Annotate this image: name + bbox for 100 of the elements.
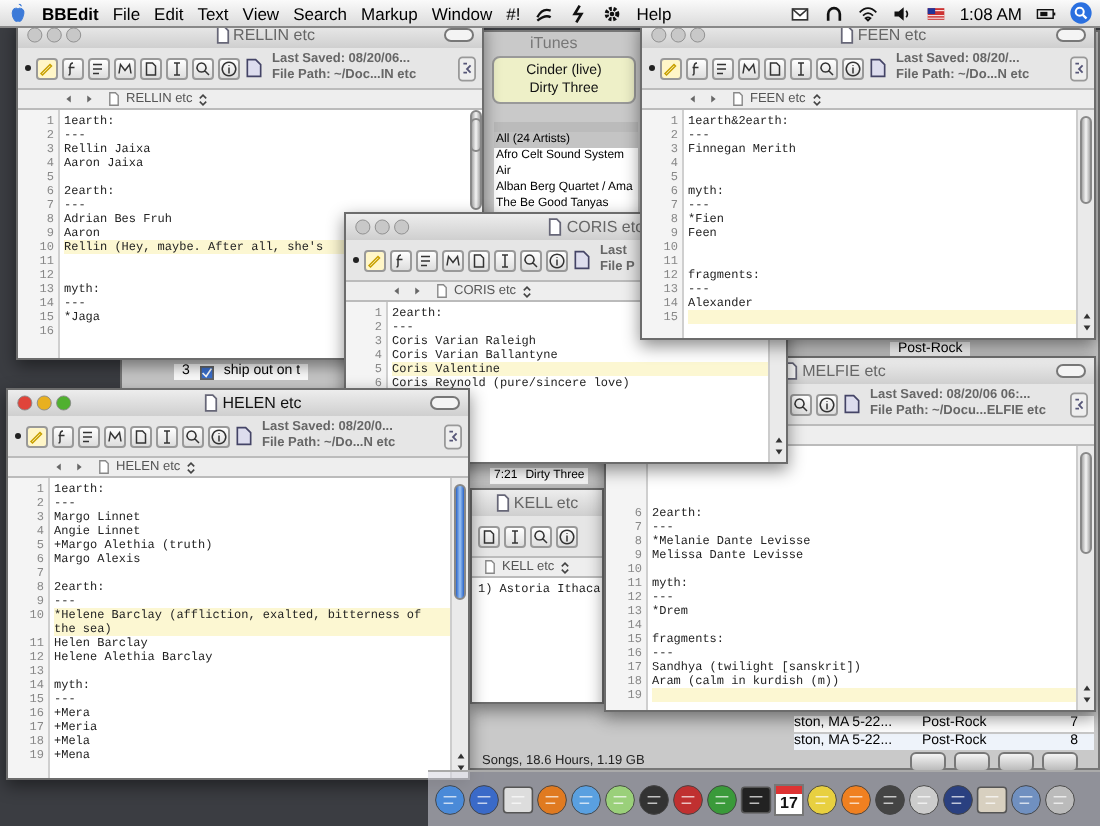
toolbar-toggle-button[interactable] (430, 396, 460, 410)
navigation-icon[interactable] (458, 55, 476, 81)
back-arrow-icon[interactable] (686, 92, 700, 106)
window-controls-icon[interactable] (650, 26, 710, 44)
forward-arrow-icon[interactable] (72, 460, 86, 474)
screen-button[interactable] (910, 752, 946, 772)
up-down-arrow-icon[interactable] (522, 283, 533, 299)
wifi-icon[interactable] (857, 3, 878, 23)
toolbar-toggle-button[interactable] (1056, 364, 1086, 378)
menu-item[interactable]: File (112, 3, 141, 23)
back-arrow-icon[interactable] (390, 284, 404, 298)
window-controls-icon[interactable] (26, 26, 86, 44)
envelope-icon[interactable] (789, 3, 810, 23)
toolbar-button[interactable] (816, 393, 838, 415)
menu-item[interactable]: Markup (361, 3, 418, 23)
speaker-icon[interactable] (891, 3, 912, 23)
scroll-thumb[interactable] (454, 484, 466, 600)
toolbar-button[interactable] (104, 425, 126, 447)
toolbar-button[interactable] (156, 425, 178, 447)
toolbar-button[interactable] (88, 57, 110, 79)
toolbar-button[interactable] (114, 57, 136, 79)
navigation-icon[interactable] (1070, 55, 1088, 81)
toolbar-button[interactable] (546, 249, 568, 271)
up-down-arrow-icon[interactable] (560, 559, 571, 575)
toolbar-button[interactable] (842, 57, 864, 79)
toolbar-button[interactable] (530, 525, 552, 547)
toolbar-button[interactable] (790, 393, 812, 415)
pencil-icon (662, 59, 680, 77)
flag-icon[interactable] (925, 3, 946, 23)
navigation-icon[interactable] (444, 423, 462, 449)
app-menu[interactable]: BBEdit (42, 3, 99, 23)
scroll-arrows-icon[interactable] (1079, 682, 1093, 706)
scroll-thumb[interactable] (1080, 452, 1092, 554)
forward-arrow-icon[interactable] (82, 92, 96, 106)
toolbar-button[interactable] (62, 57, 84, 79)
toolbar-button[interactable] (686, 57, 708, 79)
menu-item[interactable]: #! (506, 3, 521, 23)
toolbar-button[interactable] (78, 425, 100, 447)
info-icon (558, 527, 576, 545)
equalizer-button[interactable] (954, 752, 990, 772)
clock[interactable]: 1:08 AM (959, 3, 1022, 23)
scroll-arrows-icon[interactable] (771, 434, 785, 458)
menu-item[interactable]: Edit (154, 3, 184, 23)
toolbar-button[interactable] (712, 57, 734, 79)
toolbar-button[interactable] (416, 249, 438, 271)
scroll-arrows-icon[interactable] (453, 750, 467, 774)
document-icon (132, 427, 150, 445)
up-down-arrow-icon[interactable] (811, 91, 822, 107)
forward-arrow-icon[interactable] (706, 92, 720, 106)
toolbar-button[interactable] (556, 525, 578, 547)
toolbar-button[interactable] (738, 57, 760, 79)
toolbar-button[interactable] (192, 57, 214, 79)
magnifier-icon (522, 251, 540, 269)
toolbar-button[interactable] (468, 249, 490, 271)
toolbar-button[interactable] (140, 57, 162, 79)
apple-icon[interactable] (8, 2, 28, 24)
scroll-thumb[interactable] (470, 118, 482, 153)
menu-item[interactable]: Text (197, 3, 229, 23)
back-arrow-icon[interactable] (62, 92, 76, 106)
toolbar-button[interactable] (504, 525, 526, 547)
menu-item[interactable]: Window (431, 3, 493, 23)
scroll-thumb[interactable] (1080, 116, 1092, 204)
toolbar-button[interactable] (494, 249, 516, 271)
toolbar-button[interactable] (182, 425, 204, 447)
menu-item[interactable]: View (242, 3, 280, 23)
toolbar-button[interactable] (130, 425, 152, 447)
navigation-icon[interactable] (1070, 391, 1088, 417)
toolbar-button[interactable] (478, 525, 500, 547)
visualizer-button[interactable] (998, 752, 1034, 772)
toolbar-button[interactable] (520, 249, 542, 271)
toolbar-toggle-button[interactable] (1056, 28, 1086, 42)
headphones-icon[interactable] (823, 3, 844, 23)
script-icon[interactable] (534, 3, 555, 23)
scroll-arrows-icon[interactable] (1079, 310, 1093, 334)
calendar-icon[interactable]: 17 (774, 783, 804, 815)
toolbar-button[interactable] (208, 425, 230, 447)
search-icon[interactable] (1070, 2, 1092, 24)
back-arrow-icon[interactable] (52, 460, 66, 474)
toolbar-button[interactable] (218, 57, 240, 79)
toolbar-toggle-button[interactable] (444, 28, 474, 42)
lightning-icon[interactable] (568, 3, 589, 23)
help-menu[interactable]: Help (636, 3, 672, 23)
menu-item[interactable]: Search (293, 3, 348, 23)
up-down-arrow-icon[interactable] (198, 91, 209, 107)
document-icon[interactable] (842, 394, 862, 414)
window-title: KELL etc (513, 494, 579, 512)
toolbar-button[interactable] (390, 249, 412, 271)
toolbar-button[interactable] (790, 57, 812, 79)
toolbar-button[interactable] (442, 249, 464, 271)
toolbar-button[interactable] (764, 57, 786, 79)
toolbar-button[interactable] (816, 57, 838, 79)
gear-icon[interactable] (602, 3, 623, 23)
up-down-arrow-icon[interactable] (186, 459, 197, 475)
eject-button[interactable] (1042, 752, 1078, 772)
toolbar-button[interactable] (52, 425, 74, 447)
window-controls-icon[interactable] (16, 394, 76, 412)
forward-arrow-icon[interactable] (410, 284, 424, 298)
toolbar-button[interactable] (166, 57, 188, 79)
document-icon (98, 460, 110, 474)
battery-icon[interactable] (1036, 3, 1056, 23)
